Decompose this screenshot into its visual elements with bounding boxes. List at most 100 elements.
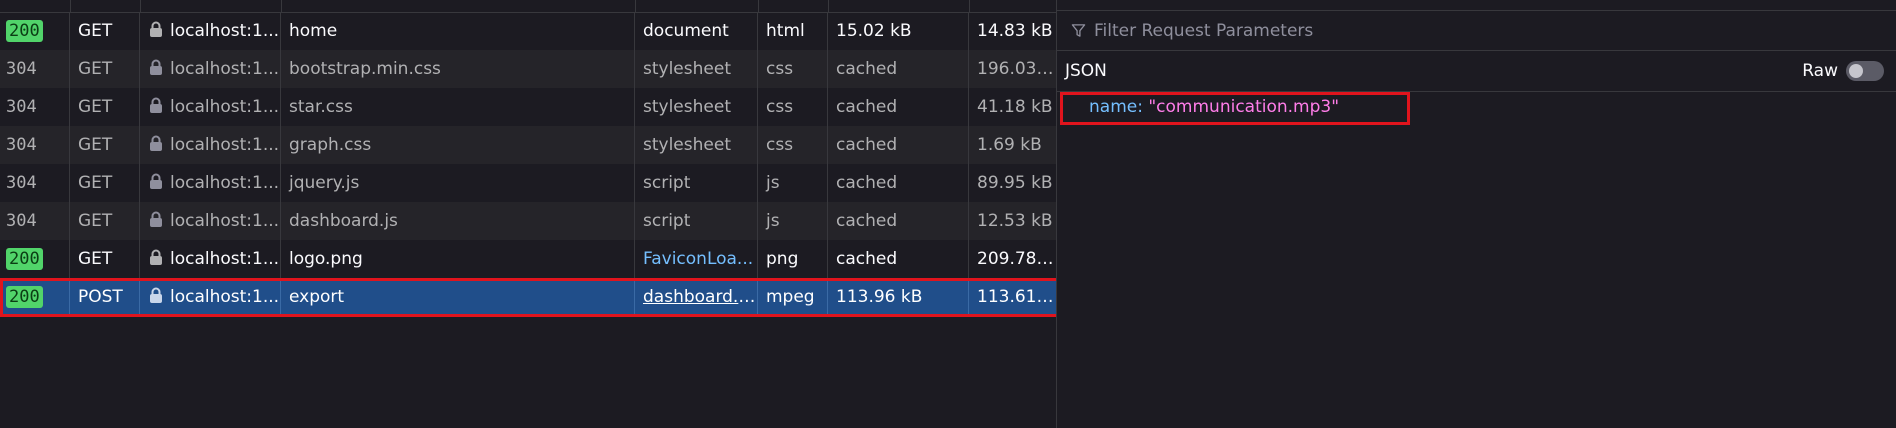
method-cell: GET: [70, 126, 140, 164]
request-row[interactable]: 304 GET localhost:1... graph.css stylesheet c…: [0, 126, 1056, 164]
method-cell: GET: [70, 12, 140, 50]
request-list-panel: 200 GET localhost:1... home document html 15.0…: [0, 0, 1064, 428]
transferred-cell: cached: [828, 50, 969, 88]
initiator-cell[interactable]: FaviconLoa...: [635, 240, 758, 278]
lock-icon: [150, 59, 162, 75]
domain-cell: localhost:1...: [140, 278, 281, 316]
request-row[interactable]: 200 GET localhost:1... home document html 15.0…: [0, 12, 1056, 50]
file-cell: home: [281, 12, 635, 50]
raw-toggle[interactable]: [1846, 61, 1884, 81]
transferred-cell: cached: [828, 126, 969, 164]
file-cell: star.css: [281, 88, 635, 126]
domain-text: localhost:1...: [170, 211, 280, 231]
method-cell: GET: [70, 240, 140, 278]
domain-text: localhost:1...: [170, 249, 280, 269]
domain-cell: localhost:1...: [140, 88, 281, 126]
method-cell: GET: [70, 50, 140, 88]
status-cell: 304: [0, 164, 70, 202]
domain-cell: localhost:1...: [140, 240, 281, 278]
size-cell: 14.83 kB: [977, 21, 1053, 41]
lock-icon: [150, 211, 162, 227]
file-cell: dashboard.js: [281, 202, 635, 240]
lock-icon: [150, 173, 162, 189]
size-cell: 89.95 kB: [977, 173, 1053, 193]
raw-toggle-group[interactable]: Raw: [1802, 61, 1884, 81]
domain-text: localhost:1...: [170, 173, 280, 193]
domain-cell: localhost:1...: [140, 202, 281, 240]
type-cell: js: [758, 202, 828, 240]
initiator-text: stylesheet: [643, 97, 731, 117]
initiator-cell: stylesheet: [635, 50, 758, 88]
method-cell: GET: [70, 164, 140, 202]
domain-text: localhost:1...: [170, 97, 280, 117]
initiator-cell[interactable]: dashboard.j...: [635, 278, 758, 316]
transferred-cell: cached: [828, 88, 969, 126]
initiator-text[interactable]: FaviconLoa...: [643, 249, 753, 269]
domain-cell: localhost:1...: [140, 12, 281, 50]
domain-cell: localhost:1...: [140, 126, 281, 164]
lock-icon: [150, 249, 162, 265]
status-code: 304: [6, 97, 37, 117]
type-cell: css: [758, 88, 828, 126]
initiator-text: document: [643, 21, 729, 41]
json-property-row[interactable]: name: "communication.mp3": [1089, 97, 1339, 117]
file-cell: export: [281, 278, 635, 316]
status-cell: 200: [0, 12, 70, 50]
status-cell: 304: [0, 88, 70, 126]
type-cell: js: [758, 164, 828, 202]
lock-icon: [150, 97, 162, 113]
initiator-cell: script: [635, 164, 758, 202]
status-cell: 200: [0, 240, 70, 278]
filter-request-parameters-input[interactable]: Filter Request Parameters: [1094, 21, 1313, 41]
toggle-knob: [1849, 64, 1863, 78]
initiator-text: script: [643, 211, 691, 231]
status-cell: 304: [0, 126, 70, 164]
filter-bar[interactable]: Filter Request Parameters: [1057, 11, 1896, 51]
type-cell: mpeg: [758, 278, 828, 316]
request-row[interactable]: 200 POST localhost:1... export dashboard.j..…: [0, 278, 1056, 316]
request-row[interactable]: 200 GET localhost:1... logo.png FaviconLoa..…: [0, 240, 1056, 278]
type-cell: html: [758, 12, 828, 50]
status-badge: 200: [6, 286, 43, 308]
initiator-cell: stylesheet: [635, 126, 758, 164]
size-cell: 12.53 kB: [977, 211, 1053, 231]
initiator-cell: stylesheet: [635, 88, 758, 126]
file-cell: jquery.js: [281, 164, 635, 202]
json-property-key: name:: [1089, 97, 1143, 117]
status-code: 304: [6, 211, 37, 231]
status-cell: 200: [0, 278, 70, 316]
json-section-label: JSON: [1065, 61, 1107, 81]
request-row[interactable]: 304 GET localhost:1... star.css stylesheet cs…: [0, 88, 1056, 126]
request-row[interactable]: 304 GET localhost:1... bootstrap.min.css sty…: [0, 50, 1056, 88]
initiator-text: stylesheet: [643, 135, 731, 155]
file-cell: graph.css: [281, 126, 635, 164]
lock-icon: [150, 135, 162, 151]
initiator-text[interactable]: dashboard.j...: [643, 287, 757, 307]
status-badge: 200: [6, 248, 43, 270]
type-cell: css: [758, 126, 828, 164]
status-code: 304: [6, 59, 37, 79]
transferred-cell: cached: [828, 164, 969, 202]
domain-text: localhost:1...: [170, 21, 280, 41]
filter-icon: [1071, 24, 1086, 37]
status-code: 304: [6, 135, 37, 155]
domain-text: localhost:1...: [170, 135, 280, 155]
status-cell: 304: [0, 202, 70, 240]
method-cell: GET: [70, 202, 140, 240]
status-cell: 304: [0, 50, 70, 88]
method-cell: GET: [70, 88, 140, 126]
request-rows: 200 GET localhost:1... home document html 15.0…: [0, 12, 1056, 316]
initiator-cell: script: [635, 202, 758, 240]
request-row[interactable]: 304 GET localhost:1... jquery.js script js cac…: [0, 164, 1056, 202]
json-property-value: "communication.mp3": [1148, 97, 1340, 117]
initiator-cell: document: [635, 12, 758, 50]
initiator-text: stylesheet: [643, 59, 731, 79]
size-cell: 1.69 kB: [977, 135, 1042, 155]
initiator-text: script: [643, 173, 691, 193]
domain-text: localhost:1...: [170, 59, 280, 79]
transferred-cell: 15.02 kB: [828, 12, 969, 50]
domain-cell: localhost:1...: [140, 164, 281, 202]
request-row[interactable]: 304 GET localhost:1... dashboard.js script js…: [0, 202, 1056, 240]
transferred-cell: cached: [828, 202, 969, 240]
request-detail-panel: Filter Request Parameters JSON Raw name:…: [1057, 0, 1896, 428]
